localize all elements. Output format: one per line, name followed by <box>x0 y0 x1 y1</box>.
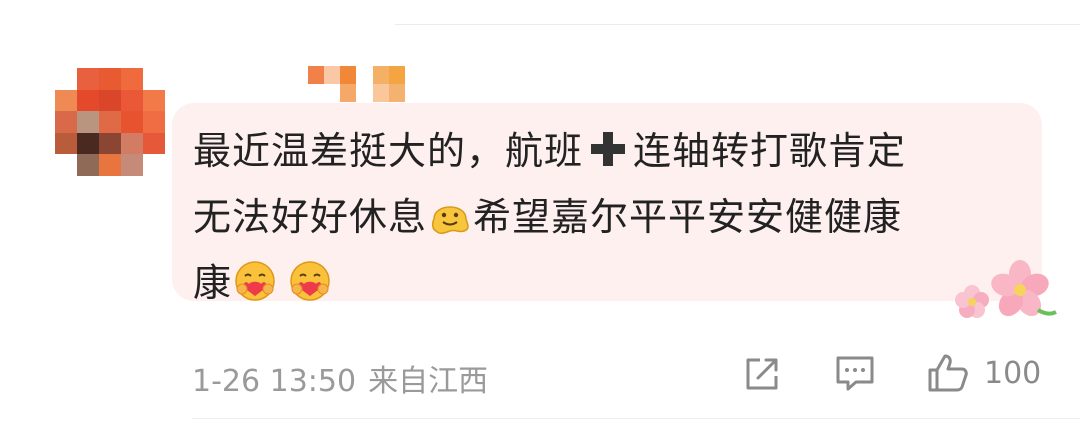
bottom-divider <box>192 418 1080 419</box>
comment-line1-a: 最近温差挺大的，航班 <box>193 129 584 173</box>
username[interactable] <box>275 66 405 102</box>
comment-line2-a: 无法好好休息 <box>193 195 428 239</box>
comment-icon[interactable] <box>834 354 876 394</box>
comment-meta: 1-26 13:50 来自江西 <box>192 356 500 400</box>
avatar[interactable] <box>55 68 165 176</box>
comment-text: 最近温差挺大的，航班 连轴转打歌肯定 无法好好休息 希望嘉尔平平安安健健康 康 <box>193 118 1013 316</box>
comment-line2-b: 希望嘉尔平平安安健健康 <box>473 195 903 239</box>
top-divider <box>395 24 1080 25</box>
share-icon[interactable] <box>742 354 782 394</box>
heavy-plus-icon <box>591 132 626 166</box>
like-count: 100 <box>984 356 1042 391</box>
comment-line1-b: 连轴转打歌肯定 <box>633 129 907 173</box>
cherry-blossom-icon <box>955 260 1057 318</box>
thumbs-up-icon[interactable] <box>926 352 970 394</box>
comment-line3: 康 <box>193 261 233 305</box>
comment-footer: 1-26 13:50 来自江西 100 <box>192 352 1080 399</box>
hug-face-emoji <box>290 261 330 301</box>
comment-date: 1-26 13:50 <box>192 364 357 399</box>
melting-face-emoji <box>431 206 469 235</box>
hug-face-emoji <box>235 261 275 301</box>
comment-location: 来自江西 <box>368 364 489 399</box>
